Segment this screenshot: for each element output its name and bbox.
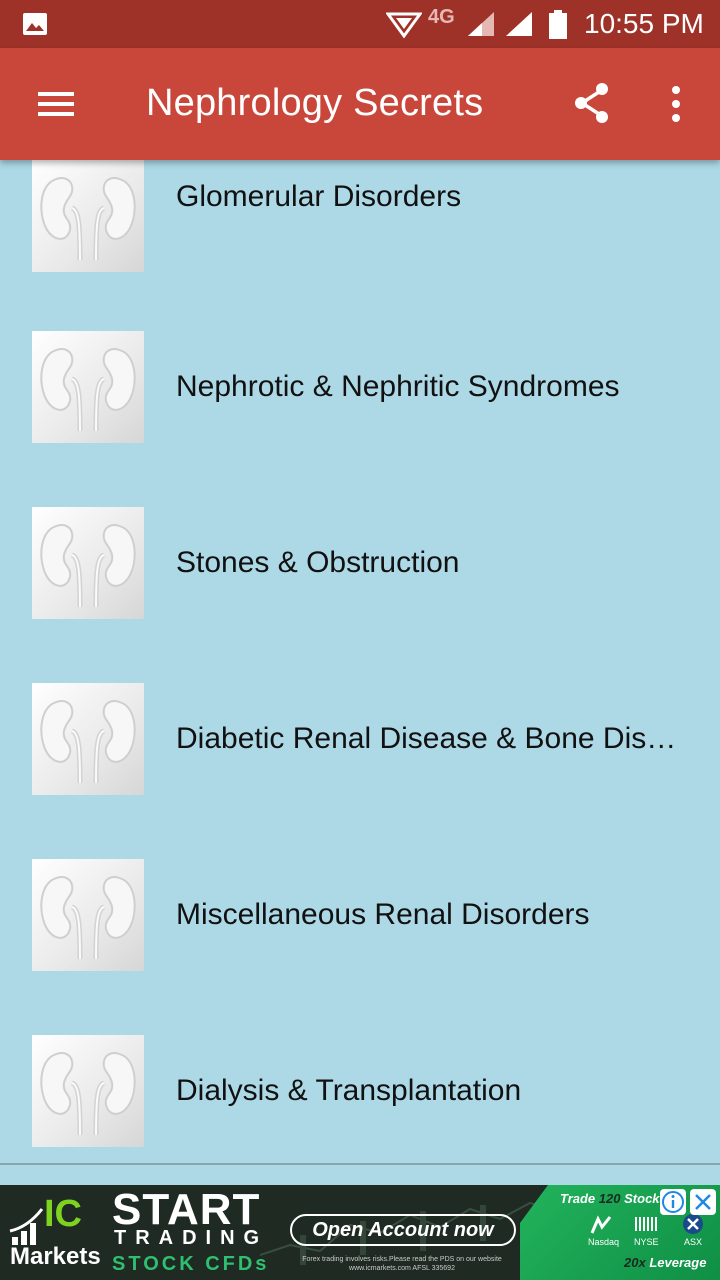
ad-leverage-text: 20x Leverage — [624, 1255, 707, 1270]
network-icon — [386, 12, 422, 39]
menu-icon[interactable] — [26, 80, 84, 128]
kidney-icon — [32, 331, 144, 443]
ad-tagline: STOCK CFDs — [112, 1253, 270, 1275]
share-icon[interactable] — [566, 78, 618, 130]
signal-icon — [468, 12, 494, 36]
list-item[interactable]: Dialysis & Transplantation — [0, 1016, 720, 1164]
ad-disclaimer: Forex trading involves risks.Please read… — [302, 1256, 502, 1272]
ad-subheadline: TRADING — [114, 1227, 269, 1249]
asx-icon — [683, 1214, 703, 1234]
chapter-list: Glomerular Disorders Nephrotic & Nephrit… — [0, 160, 720, 1164]
network-type-label: 4G — [428, 6, 455, 28]
exchange-label: ASX — [684, 1237, 703, 1247]
kidney-icon — [32, 507, 144, 619]
ad-brand-ic: IC — [44, 1193, 82, 1235]
page-title: Nephrology Secrets — [146, 82, 484, 124]
kidney-icon — [32, 859, 144, 971]
more-vert-icon[interactable] — [652, 78, 700, 130]
list-item[interactable]: Stones & Obstruction — [0, 488, 720, 664]
ad-trade-text: Trade 120 Stocks — [560, 1191, 667, 1206]
ad-brand-markets: Markets — [10, 1243, 101, 1270]
exchange-label: NYSE — [634, 1237, 659, 1247]
list-item-label: Nephrotic & Nephritic Syndromes — [176, 370, 620, 403]
ad-info-icon[interactable] — [660, 1189, 686, 1215]
divider — [0, 1163, 720, 1165]
kidney-icon — [32, 160, 144, 272]
nasdaq-icon — [590, 1215, 612, 1234]
ad-banner[interactable]: IC Markets START TRADING STOCK CFDs Open… — [0, 1185, 720, 1280]
list-item-label: Diabetic Renal Disease & Bone Dis… — [176, 722, 677, 755]
ad-close-icon[interactable] — [690, 1189, 716, 1215]
nyse-icon — [635, 1217, 657, 1231]
status-bar: 4G 10:55 PM — [0, 0, 720, 48]
battery-icon — [549, 10, 567, 39]
signal-icon — [506, 12, 532, 36]
list-item[interactable]: Miscellaneous Renal Disorders — [0, 840, 720, 1016]
list-item[interactable]: Nephrotic & Nephritic Syndromes — [0, 312, 720, 488]
open-account-button[interactable]: Open Account now — [290, 1214, 516, 1246]
gallery-icon — [23, 13, 47, 35]
list-item-label: Dialysis & Transplantation — [176, 1074, 522, 1107]
list-item[interactable]: Glomerular Disorders — [0, 160, 720, 312]
clock: 10:55 PM — [584, 8, 704, 39]
exchange-label: Nasdaq — [588, 1237, 620, 1247]
list-item-label: Stones & Obstruction — [176, 546, 460, 579]
kidney-icon — [32, 683, 144, 795]
list-item-label: Miscellaneous Renal Disorders — [176, 898, 590, 931]
kidney-icon — [32, 1035, 144, 1147]
app-bar: Nephrology Secrets — [0, 48, 720, 160]
list-item[interactable]: Diabetic Renal Disease & Bone Dis… — [0, 664, 720, 840]
list-item-label: Glomerular Disorders — [176, 180, 462, 213]
